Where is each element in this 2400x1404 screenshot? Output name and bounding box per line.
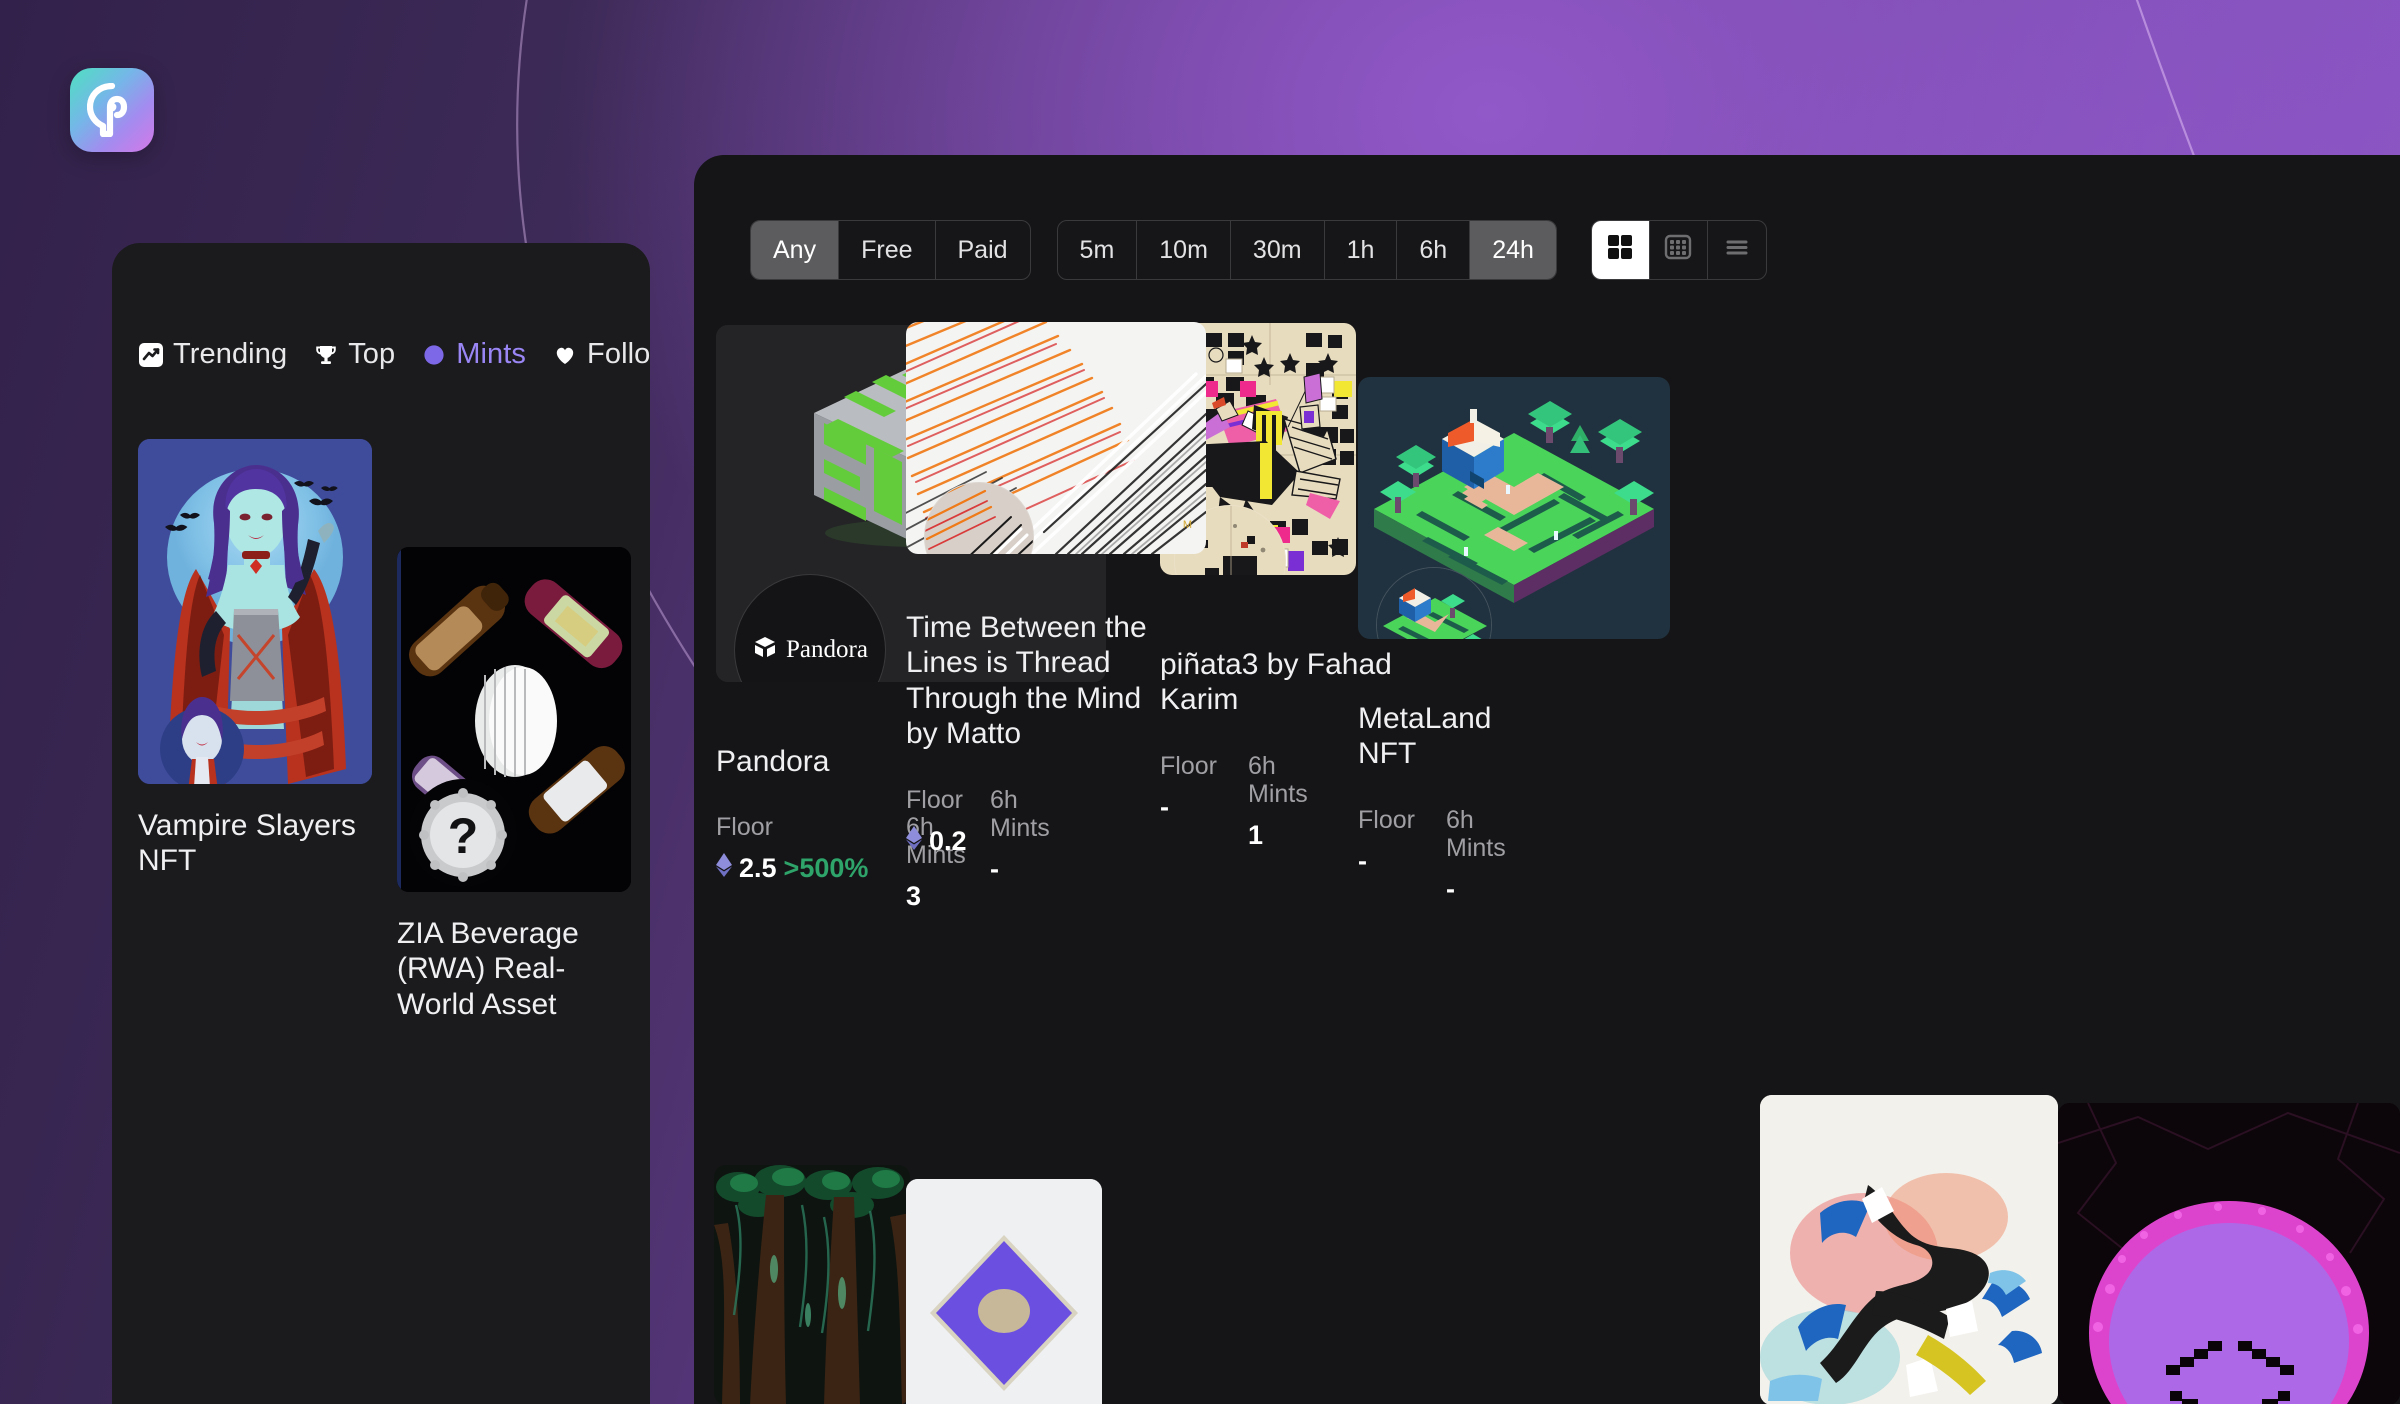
filter-toolbar: Any Free Paid 5m 10m 30m 1h 6h 24h [750,220,1767,280]
stat-label-mints: 6h Mints [1446,805,1506,862]
tab-trending[interactable]: Trending [138,338,287,371]
nft-card[interactable] [2058,1103,2400,1404]
stat-floor: Floor 2.5 >500% [716,813,906,912]
stat-mints: 6h Mints 1 [1248,752,1348,851]
stat-label-floor: Floor [1358,805,1415,834]
tab-label: Top [348,338,396,370]
nft-card-title: Time Between the Lines is Thread Through… [906,611,1147,751]
view-toggle-grid-dense[interactable] [1650,221,1708,279]
stat-value-mints: - [990,853,999,884]
price-filter-paid[interactable]: Paid [936,221,1030,279]
grid-dense-icon [1663,232,1693,269]
svg-text:M: M [1183,519,1192,531]
view-toggle-list[interactable] [1708,221,1766,279]
abstract-paint-art [1760,1095,2058,1404]
view-toggle-group [1590,220,1767,280]
price-filter-any[interactable]: Any [751,221,840,279]
stat-label-mints: 6h Mints [990,785,1050,842]
floor-change: >500% [783,853,869,884]
time-filter-group: 5m 10m 30m 1h 6h 24h [1056,220,1557,280]
stat-value-mints: 3 [906,881,922,912]
cube-logo-icon [752,635,778,666]
ethereum-icon [716,853,732,884]
stat-value-floor: 2.5 >500% [716,853,906,884]
stat-label-floor: Floor [906,785,963,814]
nft-card-title: MetaLand NFT [1358,702,1492,771]
time-filter-24h[interactable]: 24h [1470,221,1556,279]
stat-floor: Floor - [1358,806,1446,905]
pink-pixel-face-art [2058,1103,2400,1404]
tab-label: Mints [456,338,527,370]
floor-price: 0.2 [929,825,967,856]
time-filter-30m[interactable]: 30m [1231,221,1325,279]
floor-price: 2.5 [739,853,777,884]
nft-card-title: Vampire Slayers NFT [138,809,356,878]
time-filter-10m[interactable]: 10m [1137,221,1231,279]
grid-large-icon [1605,232,1635,269]
stat-value-floor: - [1358,845,1367,876]
tab-mints[interactable]: Mints [421,338,526,371]
list-rows-icon [1722,232,1752,269]
left-panel: Trending Top Mints Follo Vampire Slayers… [112,243,650,1404]
nft-card[interactable]: ? ZIA Beverage (RWA) Real-World Asset [397,547,631,1022]
stat-mints: 6h Mints - [990,786,1090,885]
category-tabs: Trending Top Mints Follo [138,338,650,371]
view-toggle-grid-large[interactable] [1591,221,1650,279]
stat-value-floor: 0.2 [906,825,990,857]
left-card-grid: Vampire Slayers NFT ? ZIA Beverage (RWA)… [138,439,650,1022]
tab-label: Trending [173,338,288,370]
isometric-voxel-maze-art [1358,377,1670,639]
nft-card[interactable] [1760,1095,2058,1404]
app-logo[interactable] [70,68,154,152]
dark-forest-art [714,1165,910,1404]
heart-icon [552,342,578,368]
orange-black-scribble-art: M [906,322,1206,554]
tab-following[interactable]: Following [552,338,650,371]
nft-card[interactable]: M Time Between the Lines is Thread Throu… [906,322,1206,885]
stat-label-floor: Floor [716,813,773,842]
card-stats: Floor 0.2 6h Mints - [906,786,1206,885]
vampire-comic-art [138,439,372,784]
time-filter-6h[interactable]: 6h [1397,221,1471,279]
tab-top[interactable]: Top [313,338,395,371]
stat-value-mints: 1 [1248,819,1264,850]
stat-mints: 6h Mints - [1446,806,1546,905]
nft-card[interactable]: MetaLand NFT Floor - 6h Mints - [1358,377,1670,905]
collection-badge [924,482,1034,554]
pin-p-logo-icon [87,83,128,137]
svg-text:?: ? [448,808,479,864]
time-filter-1h[interactable]: 1h [1325,221,1398,279]
stat-floor: Floor 0.2 [906,786,990,885]
right-panel: Any Free Paid 5m 10m 30m 1h 6h 24h Pando… [694,155,2400,1404]
white-purple-diamond-art [906,1179,1102,1404]
collection-badge-label: Pandora [786,636,868,663]
nft-card[interactable] [714,1165,910,1404]
nft-card[interactable]: Vampire Slayers NFT [138,439,372,1022]
bottles-cap-art: ? [397,547,631,892]
dot-icon [421,342,447,368]
trending-chart-icon [138,342,164,368]
collection-badge [1376,567,1492,639]
card-stats: Floor - 6h Mints - [1358,806,1658,905]
time-filter-5m[interactable]: 5m [1058,221,1138,279]
nft-card-title: ZIA Beverage (RWA) Real-World Asset [397,917,579,1021]
stat-value-mints: - [1446,873,1455,904]
stat-label-mints: 6h Mints [1248,751,1308,808]
trophy-icon [313,342,339,368]
price-filter-free[interactable]: Free [839,221,936,279]
ethereum-icon [906,825,922,857]
price-filter-group: Any Free Paid [750,220,1031,280]
tab-label: Following [587,338,650,370]
nft-card[interactable] [906,1179,1102,1404]
